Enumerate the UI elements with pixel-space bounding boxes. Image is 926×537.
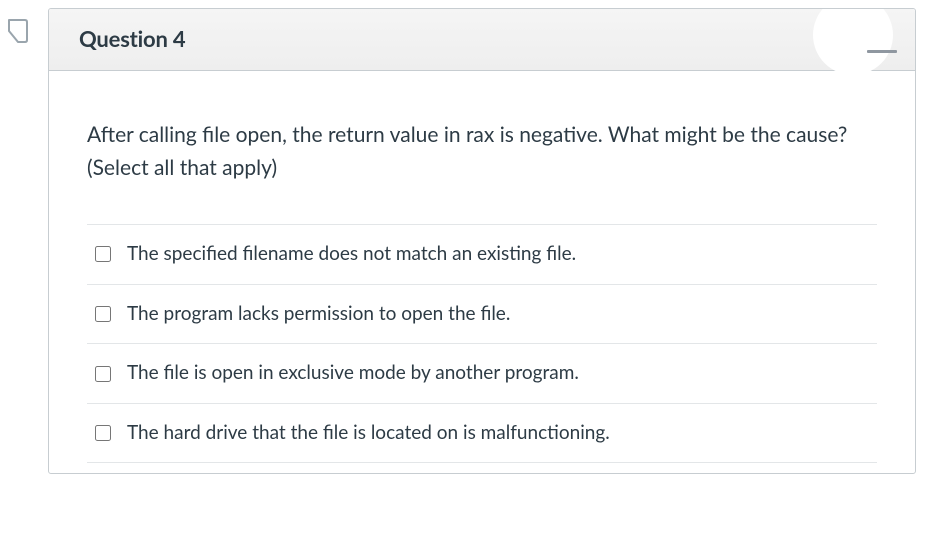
option-row: The hard drive that the file is located … — [87, 404, 877, 464]
option-row: The file is open in exclusive mode by an… — [87, 344, 877, 404]
question-title: Question 4 — [79, 25, 891, 52]
option-label: The program lacks permission to open the… — [127, 301, 510, 328]
options-list: The specified filename does not match an… — [87, 224, 877, 463]
option-row: The program lacks permission to open the… — [87, 285, 877, 345]
option-checkbox-3[interactable] — [95, 425, 111, 441]
bookmark-icon — [7, 18, 29, 44]
option-checkbox-0[interactable] — [95, 246, 111, 262]
question-prompt: After calling file open, the return valu… — [87, 119, 877, 184]
option-label: The specified filename does not match an… — [127, 241, 576, 268]
option-checkbox-2[interactable] — [95, 366, 111, 382]
option-row: The specified filename does not match an… — [87, 225, 877, 285]
question-card: Question 4 After calling file open, the … — [48, 8, 916, 474]
option-label: The file is open in exclusive mode by an… — [127, 360, 579, 387]
header-badge — [813, 8, 893, 75]
question-body: After calling file open, the return valu… — [49, 71, 915, 473]
option-label: The hard drive that the file is located … — [127, 420, 610, 447]
question-header: Question 4 — [49, 9, 915, 71]
option-checkbox-1[interactable] — [95, 306, 111, 322]
